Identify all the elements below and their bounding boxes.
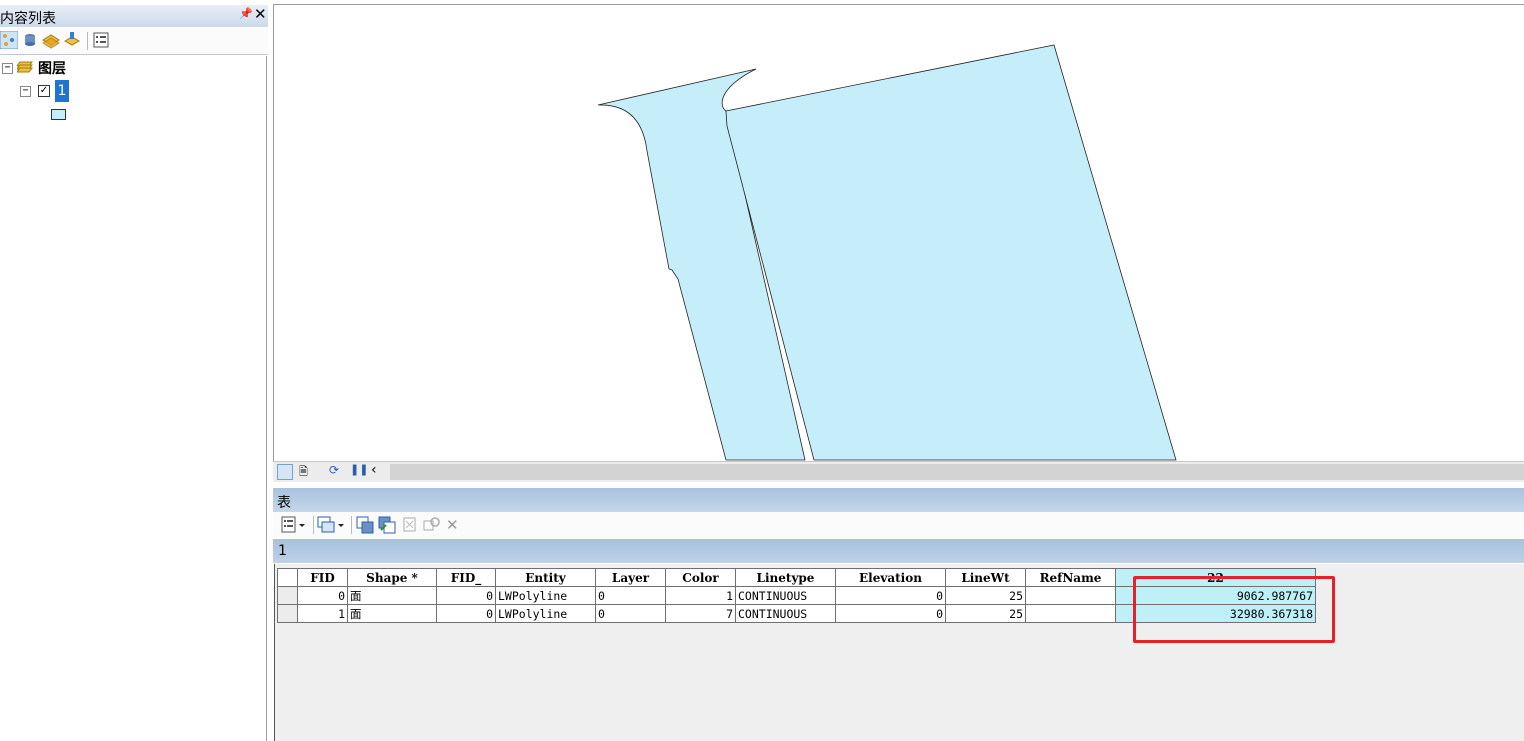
list-by-drawing-order-icon[interactable] xyxy=(0,31,18,49)
cell-layer[interactable]: 0 xyxy=(595,604,666,623)
toc-title: 内容列表 xyxy=(0,11,56,27)
list-by-selection-icon[interactable] xyxy=(63,31,81,49)
cell-fid-underscore[interactable]: 0 xyxy=(436,604,496,623)
map-canvas[interactable] xyxy=(274,5,1524,462)
cell-layer[interactable]: 0 xyxy=(595,586,666,605)
cell-entity[interactable]: LWPolyline xyxy=(495,604,596,623)
cell-color[interactable]: 7 xyxy=(665,604,736,623)
pin-icon[interactable]: 📌 xyxy=(239,7,253,20)
column-header-fid[interactable]: FID xyxy=(297,568,348,587)
clear-selection-icon[interactable] xyxy=(401,516,419,534)
attribute-table: FID Shape * FID_ Entity Layer Color Line… xyxy=(274,564,1524,741)
toolbar-separator xyxy=(351,516,352,534)
layer-symbol-swatch[interactable] xyxy=(51,109,66,120)
row-selector[interactable] xyxy=(277,604,298,623)
refresh-icon[interactable]: ⟳ xyxy=(329,463,339,477)
cell-shape[interactable]: 面 xyxy=(347,586,437,605)
table-window-title: 表 xyxy=(277,495,291,511)
cell-linewt[interactable]: 25 xyxy=(945,604,1026,623)
data-view-icon[interactable] xyxy=(277,464,293,480)
cell-linetype[interactable]: CONTINUOUS xyxy=(735,586,836,605)
column-header-shape[interactable]: Shape * xyxy=(347,568,437,587)
layer-name-label[interactable]: 1 xyxy=(55,80,69,102)
cell-linewt[interactable]: 25 xyxy=(945,586,1026,605)
cell-fid[interactable]: 0 xyxy=(297,586,348,605)
column-header-color[interactable]: Color xyxy=(665,568,736,587)
toc-title-bar: 内容列表 📌 ✕ xyxy=(0,5,268,27)
layer-visibility-checkbox[interactable]: ✓ xyxy=(38,85,50,97)
row-selector-header[interactable] xyxy=(277,568,298,587)
scroll-left-icon[interactable]: ‹ xyxy=(371,462,377,478)
table-tab-bar: 1 xyxy=(273,539,1524,563)
cell-refname[interactable] xyxy=(1025,604,1116,623)
toc-toolbar xyxy=(0,28,268,55)
layout-view-icon[interactable]: 🗎 xyxy=(299,463,308,482)
column-header-layer[interactable]: Layer xyxy=(595,568,666,587)
column-header-fid-underscore[interactable]: FID_ xyxy=(436,568,496,587)
delete-selected-icon[interactable]: ✕ xyxy=(446,516,459,534)
horizontal-scrollbar[interactable] xyxy=(390,464,1524,480)
toolbar-separator xyxy=(87,32,88,50)
layer-tree: − 图层 − ✓ 1 xyxy=(0,56,267,741)
cell-elevation[interactable]: 0 xyxy=(835,604,946,623)
cell-fid-underscore[interactable]: 0 xyxy=(436,586,496,605)
pause-icon[interactable]: ❚❚ xyxy=(350,463,368,476)
column-header-entity[interactable]: Entity xyxy=(495,568,596,587)
column-header-elevation[interactable]: Elevation xyxy=(835,568,946,587)
row-selector[interactable] xyxy=(277,586,298,605)
polygon-feature-right[interactable] xyxy=(725,44,1177,461)
column-header-refname[interactable]: RefName xyxy=(1025,568,1116,587)
close-icon[interactable]: ✕ xyxy=(254,5,267,23)
toolbar-separator xyxy=(313,516,314,534)
table-options-icon[interactable] xyxy=(281,516,307,534)
table-of-contents-panel: 内容列表 📌 ✕ − 图层 − ✓ 1 xyxy=(0,0,268,741)
map-view-bar: 🗎 ⟳ ❚❚ ‹ xyxy=(273,461,1524,482)
select-by-attributes-icon[interactable] xyxy=(356,516,374,534)
switch-selection-icon[interactable] xyxy=(378,516,396,534)
cell-refname[interactable] xyxy=(1025,586,1116,605)
cell-fid[interactable]: 1 xyxy=(297,604,348,623)
zoom-to-selected-icon[interactable] xyxy=(423,516,441,534)
column-header-linewt[interactable]: LineWt xyxy=(945,568,1026,587)
layer-expander[interactable]: − xyxy=(20,86,31,97)
cell-linetype[interactable]: CONTINUOUS xyxy=(735,604,836,623)
cell-color[interactable]: 1 xyxy=(665,586,736,605)
related-tables-icon[interactable] xyxy=(317,516,345,534)
table-toolbar: ✕ xyxy=(273,512,1524,538)
list-by-visibility-icon[interactable] xyxy=(42,31,60,49)
table-window-title-bar: 表 xyxy=(273,488,1524,512)
cell-elevation[interactable]: 0 xyxy=(835,586,946,605)
layers-root-label[interactable]: 图层 xyxy=(38,58,66,78)
table-tab-label[interactable]: 1 xyxy=(278,543,287,559)
cell-entity[interactable]: LWPolyline xyxy=(495,586,596,605)
options-icon[interactable] xyxy=(92,31,110,49)
layers-expander[interactable]: − xyxy=(2,63,13,74)
map-view[interactable] xyxy=(273,4,1524,462)
highlight-annotation-box xyxy=(1133,576,1335,643)
cell-shape[interactable]: 面 xyxy=(347,604,437,623)
layers-icon xyxy=(17,61,33,73)
column-header-linetype[interactable]: Linetype xyxy=(735,568,836,587)
list-by-source-icon[interactable] xyxy=(21,31,39,49)
